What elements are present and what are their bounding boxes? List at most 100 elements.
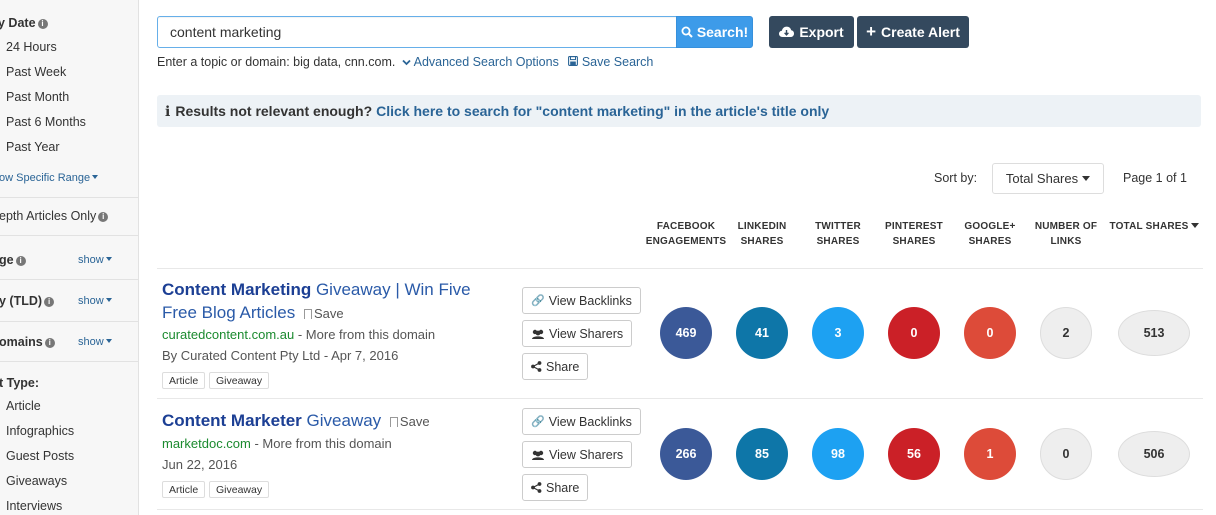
hint-text: Enter a topic or domain: big data, cnn.c… bbox=[157, 55, 396, 69]
domains-filter-heading: omains i bbox=[0, 335, 55, 349]
show-toggle-country[interactable]: show bbox=[78, 295, 112, 307]
search-hint: Enter a topic or domain: big data, cnn.c… bbox=[157, 55, 653, 69]
filter-label: omains bbox=[0, 335, 43, 349]
col-label-line2: ENGAGEMENTS bbox=[645, 236, 727, 247]
view-sharers-button[interactable]: View Sharers bbox=[522, 441, 633, 468]
date-option-month[interactable]: Past Month bbox=[6, 90, 69, 104]
sidebar: y Date i 24 Hours Past Week Past Month Pa… bbox=[0, 0, 139, 515]
search-button[interactable]: Search! bbox=[676, 16, 753, 48]
bookmark-icon bbox=[303, 309, 312, 319]
content-type-interviews[interactable]: Interviews bbox=[6, 499, 62, 513]
share-icon bbox=[531, 361, 542, 372]
date-option-year[interactable]: Past Year bbox=[6, 140, 60, 154]
export-button[interactable]: Export bbox=[769, 16, 854, 48]
col-label-line1: LINKEDIN bbox=[737, 221, 787, 232]
advanced-search-link[interactable]: Advanced Search Options bbox=[399, 55, 563, 69]
show-toggle-language[interactable]: show bbox=[78, 254, 112, 266]
save-article-button[interactable]: Save bbox=[300, 306, 344, 321]
show-label: show bbox=[78, 295, 104, 307]
col-google-shares[interactable]: GOOGLE+ SHARES bbox=[949, 219, 1031, 249]
result-title[interactable]: Content Marketing Giveaway | Win Five Fr… bbox=[162, 278, 502, 325]
more-from-domain-link[interactable]: - More from this domain bbox=[294, 327, 435, 342]
search-icon bbox=[681, 26, 693, 38]
total-shares-count: 513 bbox=[1118, 310, 1190, 356]
pinterest-count: 56 bbox=[888, 428, 940, 480]
linkedin-count: 85 bbox=[736, 428, 788, 480]
col-total-shares[interactable]: TOTAL SHARES bbox=[1106, 219, 1202, 234]
content-type-infographics[interactable]: Infographics bbox=[6, 424, 74, 438]
save-article-button[interactable]: Save bbox=[386, 414, 430, 429]
view-backlinks-button[interactable]: 🔗 View Backlinks bbox=[522, 408, 641, 435]
links-count: 0 bbox=[1040, 428, 1092, 480]
divider bbox=[0, 361, 138, 362]
sharers-label: View Sharers bbox=[549, 326, 624, 341]
linkedin-count: 41 bbox=[736, 307, 788, 359]
date-option-24h[interactable]: 24 Hours bbox=[6, 40, 57, 54]
caret-down-icon bbox=[1082, 176, 1091, 181]
info-icon[interactable]: i bbox=[98, 212, 109, 222]
plus-icon: + bbox=[866, 22, 877, 41]
specific-range-label: ow Specific Range bbox=[0, 172, 91, 184]
title-highlight: Content Marketing bbox=[162, 280, 312, 299]
title-only-search-link[interactable]: Click here to search for "content market… bbox=[376, 103, 829, 119]
content-type-guest-posts[interactable]: Guest Posts bbox=[6, 449, 74, 463]
date-filter-label: y Date bbox=[0, 16, 36, 30]
in-depth-filter[interactable]: epth Articles Only i bbox=[0, 209, 109, 223]
save-search-label: Save Search bbox=[581, 55, 654, 69]
title-rest: Giveaway bbox=[301, 411, 382, 430]
date-option-6months[interactable]: Past 6 Months bbox=[6, 115, 86, 129]
col-label-line2: SHARES bbox=[816, 236, 860, 247]
col-number-of-links[interactable]: NUMBER OF LINKS bbox=[1025, 219, 1107, 249]
sort-select[interactable]: Total Shares bbox=[992, 163, 1104, 194]
twitter-count: 3 bbox=[812, 307, 864, 359]
col-pinterest-shares[interactable]: PINTEREST SHARES bbox=[873, 219, 955, 249]
save-search-link[interactable]: Save Search bbox=[568, 55, 653, 69]
caret-down-icon bbox=[105, 257, 112, 261]
facebook-count: 266 bbox=[660, 428, 712, 480]
caret-down-icon bbox=[105, 339, 112, 343]
tag-article[interactable]: Article bbox=[162, 372, 206, 389]
col-twitter-shares[interactable]: TWITTER SHARES bbox=[797, 219, 879, 249]
col-label-line2: SHARES bbox=[968, 236, 1012, 247]
notice-question: Results not relevant enough? bbox=[175, 103, 373, 119]
divider bbox=[157, 509, 1203, 510]
share-label: Share bbox=[546, 480, 580, 495]
share-button[interactable]: Share bbox=[522, 474, 589, 501]
view-sharers-button[interactable]: View Sharers bbox=[522, 320, 633, 347]
col-label-line1: TOTAL SHARES bbox=[1109, 221, 1189, 232]
backlinks-label: View Backlinks bbox=[548, 293, 632, 308]
date-option-week[interactable]: Past Week bbox=[6, 65, 66, 79]
google-count: 0 bbox=[964, 307, 1016, 359]
specific-range-link[interactable]: ow Specific Range bbox=[0, 172, 99, 184]
link-icon: 🔗 bbox=[531, 416, 545, 428]
tag-giveaway[interactable]: Giveaway bbox=[209, 372, 270, 389]
tag-giveaway[interactable]: Giveaway bbox=[209, 481, 270, 498]
sharers-label: View Sharers bbox=[549, 447, 624, 462]
domain-link[interactable]: marketdoc.com bbox=[162, 436, 251, 451]
col-label-line1: TWITTER bbox=[815, 221, 861, 232]
domain-link[interactable]: curatedcontent.com.au bbox=[162, 327, 294, 342]
info-icon[interactable]: i bbox=[44, 297, 55, 307]
export-label: Export bbox=[799, 24, 844, 40]
view-backlinks-button[interactable]: 🔗 View Backlinks bbox=[522, 287, 641, 314]
facebook-count: 469 bbox=[660, 307, 712, 359]
search-input[interactable] bbox=[157, 16, 677, 48]
col-label-line2: SHARES bbox=[892, 236, 936, 247]
info-icon[interactable]: i bbox=[44, 338, 55, 348]
col-facebook-engagements[interactable]: FACEBOOK ENGAGEMENTS bbox=[645, 219, 727, 249]
info-icon[interactable]: i bbox=[37, 19, 48, 29]
create-alert-button[interactable]: + Create Alert bbox=[857, 16, 969, 48]
col-linkedin-shares[interactable]: LINKEDIN SHARES bbox=[721, 219, 803, 249]
content-type-giveaways[interactable]: Giveaways bbox=[6, 474, 67, 488]
share-button[interactable]: Share bbox=[522, 353, 589, 380]
save-label: Save bbox=[399, 414, 430, 429]
more-from-domain-link[interactable]: - More from this domain bbox=[251, 436, 391, 451]
tag-article[interactable]: Article bbox=[162, 481, 206, 498]
result-title[interactable]: Content Marketer Giveaway Save bbox=[162, 409, 502, 433]
info-icon[interactable]: i bbox=[15, 256, 26, 266]
backlinks-label: View Backlinks bbox=[548, 414, 632, 429]
show-toggle-domains[interactable]: show bbox=[78, 336, 112, 348]
in-depth-label: epth Articles Only bbox=[0, 209, 97, 223]
content-type-article[interactable]: Article bbox=[6, 399, 41, 413]
country-filter-heading: y (TLD) i bbox=[0, 294, 55, 308]
